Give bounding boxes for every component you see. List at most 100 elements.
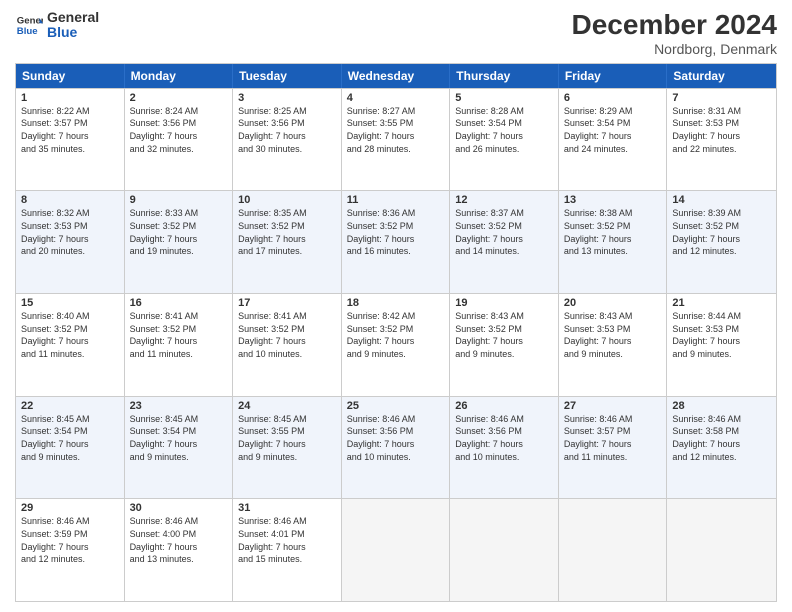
day-info: Sunrise: 8:45 AM Sunset: 3:54 PM Dayligh… [21,413,119,463]
day-number: 22 [21,400,119,412]
day-number: 23 [130,400,228,412]
header-day-thursday: Thursday [450,64,559,88]
header-day-monday: Monday [125,64,234,88]
day-number: 19 [455,297,553,309]
day-cell-23: 23Sunrise: 8:45 AM Sunset: 3:54 PM Dayli… [125,397,234,499]
day-number: 11 [347,194,445,206]
day-cell-13: 13Sunrise: 8:38 AM Sunset: 3:52 PM Dayli… [559,191,668,293]
day-info: Sunrise: 8:27 AM Sunset: 3:55 PM Dayligh… [347,105,445,155]
header-day-wednesday: Wednesday [342,64,451,88]
logo-text: GeneralBlue [47,10,99,41]
day-cell-8: 8Sunrise: 8:32 AM Sunset: 3:53 PM Daylig… [16,191,125,293]
header-day-sunday: Sunday [16,64,125,88]
subtitle: Nordborg, Denmark [572,41,777,57]
day-info: Sunrise: 8:36 AM Sunset: 3:52 PM Dayligh… [347,207,445,257]
day-cell-30: 30Sunrise: 8:46 AM Sunset: 4:00 PM Dayli… [125,499,234,601]
day-info: Sunrise: 8:32 AM Sunset: 3:53 PM Dayligh… [21,207,119,257]
day-number: 8 [21,194,119,206]
day-number: 18 [347,297,445,309]
day-info: Sunrise: 8:29 AM Sunset: 3:54 PM Dayligh… [564,105,662,155]
empty-cell [667,499,776,601]
day-number: 27 [564,400,662,412]
header: General Blue GeneralBlue December 2024 N… [15,10,777,57]
day-cell-21: 21Sunrise: 8:44 AM Sunset: 3:53 PM Dayli… [667,294,776,396]
day-info: Sunrise: 8:37 AM Sunset: 3:52 PM Dayligh… [455,207,553,257]
day-number: 17 [238,297,336,309]
day-number: 12 [455,194,553,206]
day-info: Sunrise: 8:46 AM Sunset: 3:59 PM Dayligh… [21,515,119,565]
day-cell-15: 15Sunrise: 8:40 AM Sunset: 3:52 PM Dayli… [16,294,125,396]
day-cell-7: 7Sunrise: 8:31 AM Sunset: 3:53 PM Daylig… [667,89,776,191]
day-cell-12: 12Sunrise: 8:37 AM Sunset: 3:52 PM Dayli… [450,191,559,293]
day-number: 29 [21,502,119,514]
day-number: 5 [455,92,553,104]
empty-cell [559,499,668,601]
day-info: Sunrise: 8:40 AM Sunset: 3:52 PM Dayligh… [21,310,119,360]
day-info: Sunrise: 8:44 AM Sunset: 3:53 PM Dayligh… [672,310,771,360]
day-number: 31 [238,502,336,514]
calendar: SundayMondayTuesdayWednesdayThursdayFrid… [15,63,777,602]
day-number: 9 [130,194,228,206]
title-area: December 2024 Nordborg, Denmark [572,10,777,57]
empty-cell [342,499,451,601]
day-cell-3: 3Sunrise: 8:25 AM Sunset: 3:56 PM Daylig… [233,89,342,191]
day-cell-20: 20Sunrise: 8:43 AM Sunset: 3:53 PM Dayli… [559,294,668,396]
day-cell-6: 6Sunrise: 8:29 AM Sunset: 3:54 PM Daylig… [559,89,668,191]
day-number: 30 [130,502,228,514]
day-info: Sunrise: 8:46 AM Sunset: 3:56 PM Dayligh… [347,413,445,463]
calendar-row-2: 8Sunrise: 8:32 AM Sunset: 3:53 PM Daylig… [16,190,776,293]
day-number: 16 [130,297,228,309]
day-info: Sunrise: 8:25 AM Sunset: 3:56 PM Dayligh… [238,105,336,155]
day-number: 28 [672,400,771,412]
svg-text:General: General [17,16,43,27]
day-cell-28: 28Sunrise: 8:46 AM Sunset: 3:58 PM Dayli… [667,397,776,499]
day-cell-27: 27Sunrise: 8:46 AM Sunset: 3:57 PM Dayli… [559,397,668,499]
day-cell-1: 1Sunrise: 8:22 AM Sunset: 3:57 PM Daylig… [16,89,125,191]
calendar-header: SundayMondayTuesdayWednesdayThursdayFrid… [16,64,776,88]
day-info: Sunrise: 8:31 AM Sunset: 3:53 PM Dayligh… [672,105,771,155]
header-day-saturday: Saturday [667,64,776,88]
day-info: Sunrise: 8:45 AM Sunset: 3:54 PM Dayligh… [130,413,228,463]
day-cell-2: 2Sunrise: 8:24 AM Sunset: 3:56 PM Daylig… [125,89,234,191]
day-info: Sunrise: 8:41 AM Sunset: 3:52 PM Dayligh… [130,310,228,360]
day-cell-11: 11Sunrise: 8:36 AM Sunset: 3:52 PM Dayli… [342,191,451,293]
day-number: 20 [564,297,662,309]
day-info: Sunrise: 8:41 AM Sunset: 3:52 PM Dayligh… [238,310,336,360]
day-number: 10 [238,194,336,206]
day-cell-4: 4Sunrise: 8:27 AM Sunset: 3:55 PM Daylig… [342,89,451,191]
day-info: Sunrise: 8:46 AM Sunset: 3:57 PM Dayligh… [564,413,662,463]
calendar-row-4: 22Sunrise: 8:45 AM Sunset: 3:54 PM Dayli… [16,396,776,499]
page: General Blue GeneralBlue December 2024 N… [0,0,792,612]
empty-cell [450,499,559,601]
day-info: Sunrise: 8:39 AM Sunset: 3:52 PM Dayligh… [672,207,771,257]
day-number: 6 [564,92,662,104]
day-cell-9: 9Sunrise: 8:33 AM Sunset: 3:52 PM Daylig… [125,191,234,293]
day-cell-24: 24Sunrise: 8:45 AM Sunset: 3:55 PM Dayli… [233,397,342,499]
day-number: 15 [21,297,119,309]
day-cell-17: 17Sunrise: 8:41 AM Sunset: 3:52 PM Dayli… [233,294,342,396]
day-cell-10: 10Sunrise: 8:35 AM Sunset: 3:52 PM Dayli… [233,191,342,293]
day-cell-14: 14Sunrise: 8:39 AM Sunset: 3:52 PM Dayli… [667,191,776,293]
day-info: Sunrise: 8:46 AM Sunset: 3:56 PM Dayligh… [455,413,553,463]
day-cell-18: 18Sunrise: 8:42 AM Sunset: 3:52 PM Dayli… [342,294,451,396]
day-info: Sunrise: 8:35 AM Sunset: 3:52 PM Dayligh… [238,207,336,257]
day-info: Sunrise: 8:46 AM Sunset: 3:58 PM Dayligh… [672,413,771,463]
day-cell-31: 31Sunrise: 8:46 AM Sunset: 4:01 PM Dayli… [233,499,342,601]
header-day-friday: Friday [559,64,668,88]
day-cell-19: 19Sunrise: 8:43 AM Sunset: 3:52 PM Dayli… [450,294,559,396]
day-number: 4 [347,92,445,104]
day-info: Sunrise: 8:28 AM Sunset: 3:54 PM Dayligh… [455,105,553,155]
day-info: Sunrise: 8:33 AM Sunset: 3:52 PM Dayligh… [130,207,228,257]
day-cell-22: 22Sunrise: 8:45 AM Sunset: 3:54 PM Dayli… [16,397,125,499]
day-info: Sunrise: 8:38 AM Sunset: 3:52 PM Dayligh… [564,207,662,257]
day-number: 24 [238,400,336,412]
day-info: Sunrise: 8:46 AM Sunset: 4:01 PM Dayligh… [238,515,336,565]
main-title: December 2024 [572,10,777,41]
day-info: Sunrise: 8:43 AM Sunset: 3:53 PM Dayligh… [564,310,662,360]
svg-text:Blue: Blue [17,26,38,37]
logo: General Blue GeneralBlue [15,10,99,41]
day-info: Sunrise: 8:24 AM Sunset: 3:56 PM Dayligh… [130,105,228,155]
day-number: 2 [130,92,228,104]
day-number: 1 [21,92,119,104]
header-day-tuesday: Tuesday [233,64,342,88]
